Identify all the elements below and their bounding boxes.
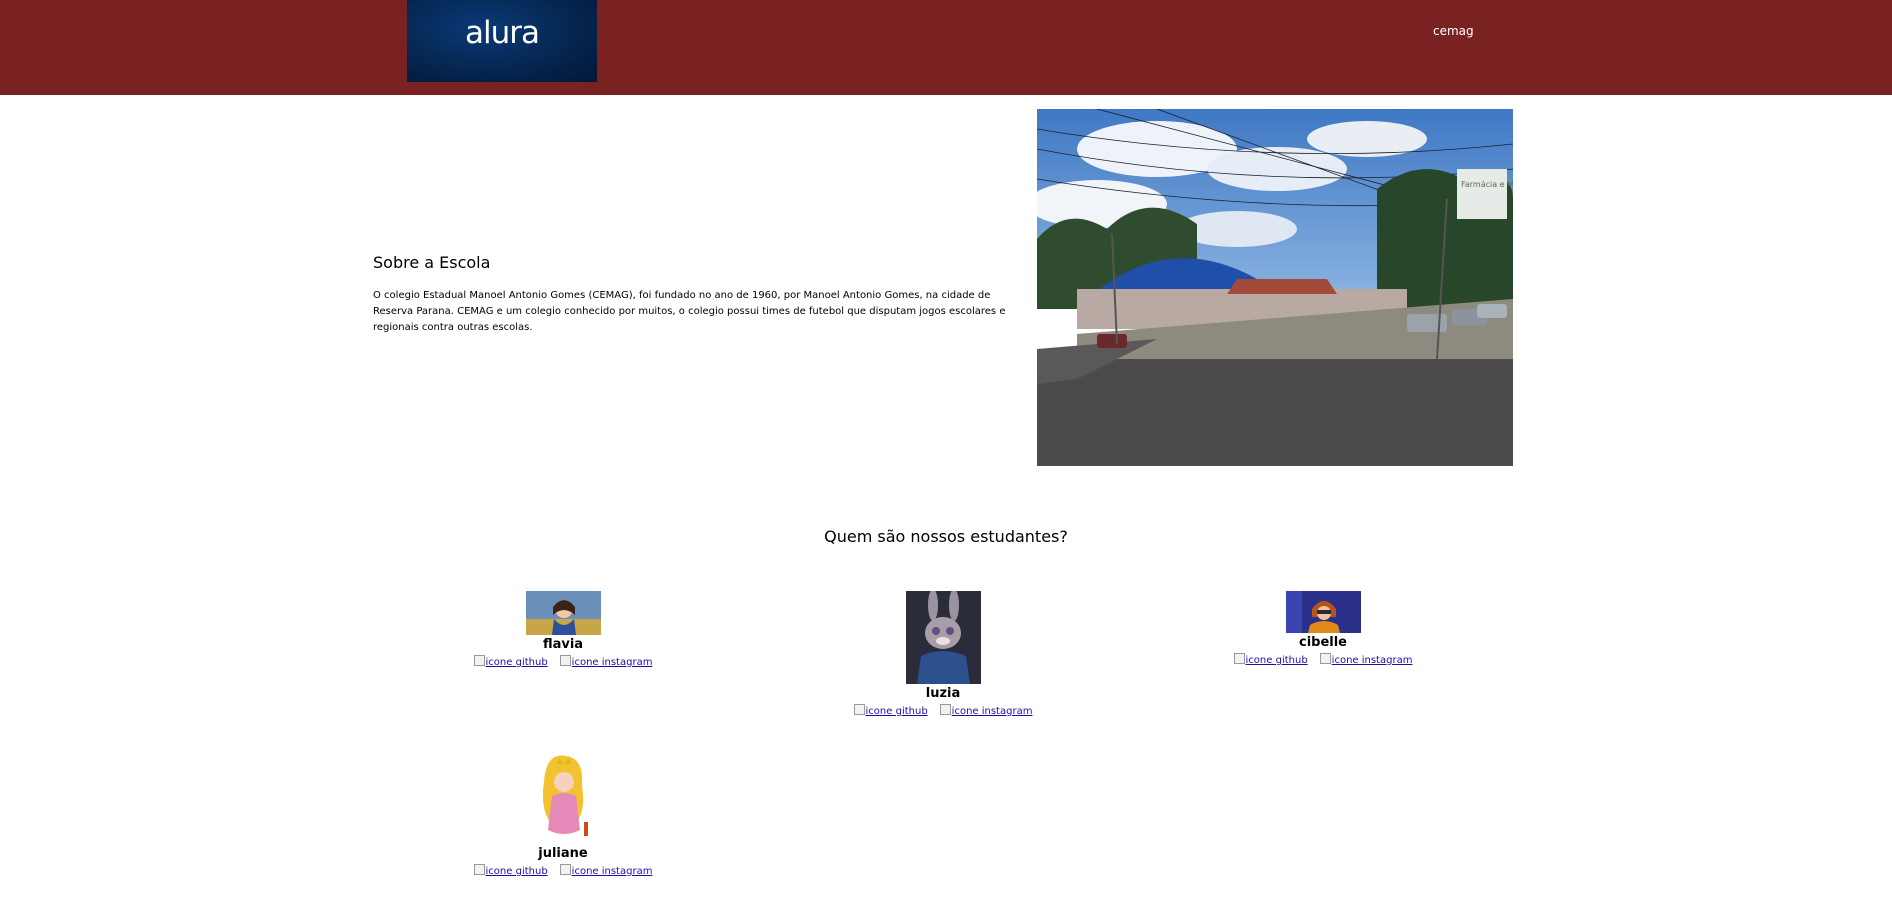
github-alt-text: icone github xyxy=(485,657,548,668)
instagram-link[interactable]: icone instagram xyxy=(1319,653,1413,666)
photo-sign-text: Farmácia e Mani xyxy=(1461,180,1513,189)
github-icon xyxy=(1233,653,1245,664)
instagram-icon xyxy=(559,655,571,666)
github-link[interactable]: icone github xyxy=(473,655,548,668)
student-avatar xyxy=(1285,591,1361,633)
student-name: juliane xyxy=(538,846,588,861)
instagram-alt-text: icone instagram xyxy=(571,866,653,877)
instagram-alt-text: icone instagram xyxy=(951,706,1033,717)
student-card: juliane icone github icone instagram xyxy=(443,752,683,877)
school-photo: Farmácia e Mani xyxy=(1037,109,1513,466)
site-header: alura cemag xyxy=(0,0,1892,95)
about-text: O colegio Estadual Manoel Antonio Gomes … xyxy=(373,290,1006,333)
student-name: luzia xyxy=(925,686,961,701)
student-card: cibelle icone github icone instagram xyxy=(1203,591,1443,666)
instagram-alt-text: icone instagram xyxy=(1331,655,1413,666)
student-links: icone github icone instagram xyxy=(443,864,683,877)
instagram-icon xyxy=(939,704,951,715)
student-links: icone github icone instagram xyxy=(823,704,1063,717)
instagram-link[interactable]: icone instagram xyxy=(939,704,1033,717)
student-links: icone github icone instagram xyxy=(443,655,683,668)
instagram-alt-text: icone instagram xyxy=(571,657,653,668)
about-title: Sobre a Escola xyxy=(373,253,491,272)
github-icon xyxy=(853,704,865,715)
instagram-icon xyxy=(559,864,571,875)
instagram-link[interactable]: icone instagram xyxy=(559,864,653,877)
github-icon xyxy=(473,864,485,875)
alura-logo[interactable]: alura xyxy=(407,0,597,82)
github-link[interactable]: icone github xyxy=(473,864,548,877)
github-alt-text: icone github xyxy=(865,706,928,717)
student-links: icone github icone instagram xyxy=(1203,653,1443,666)
student-name: cibelle xyxy=(1298,635,1347,650)
student-avatar xyxy=(905,591,981,684)
instagram-link[interactable]: icone instagram xyxy=(559,655,653,668)
nav-link-cemag[interactable]: cemag xyxy=(1433,24,1474,38)
logo-text: alura xyxy=(465,15,540,51)
student-card: flavia icone github icone instagram xyxy=(443,591,683,668)
github-alt-text: icone github xyxy=(485,866,548,877)
student-card: luzia icone github icone instagram xyxy=(823,591,1063,717)
github-alt-text: icone github xyxy=(1245,655,1308,666)
github-icon xyxy=(473,655,485,666)
students-title: Quem são nossos estudantes? xyxy=(824,527,1068,546)
instagram-icon xyxy=(1319,653,1331,664)
github-link[interactable]: icone github xyxy=(1233,653,1308,666)
student-avatar xyxy=(525,752,601,844)
student-name: flavia xyxy=(542,637,584,652)
student-avatar xyxy=(525,591,601,635)
github-link[interactable]: icone github xyxy=(853,704,928,717)
